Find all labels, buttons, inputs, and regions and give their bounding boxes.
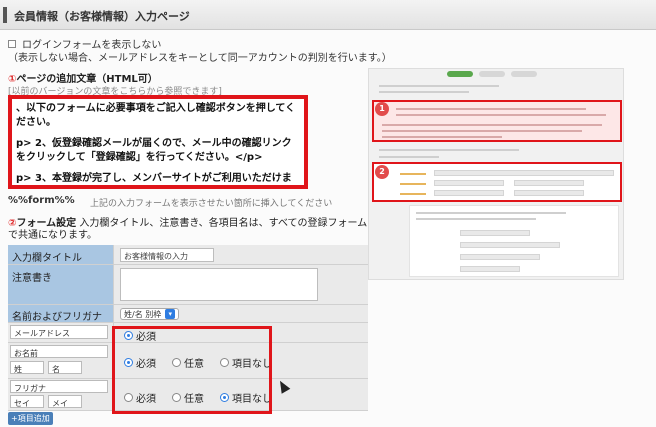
html-line-3: p> 3、本登録が完了し、メンバーサイトがご利用いただけます。</p> — [16, 173, 292, 184]
preview-required-tag — [400, 193, 426, 195]
header-accent — [3, 7, 7, 23]
page-title: 会員情報（お客様情報）入力ページ — [14, 10, 190, 23]
input-title-field[interactable]: お客様情報の入力 — [120, 248, 214, 262]
name-frame-value: 姓/名 別枠 — [124, 309, 162, 319]
preview-step-active — [447, 71, 473, 77]
preview-steps — [447, 71, 537, 77]
form-tag: %%form%% — [8, 195, 75, 206]
add-item-button[interactable]: +項目追加 — [8, 412, 53, 425]
preview-field — [434, 190, 504, 196]
furigana-sei-field[interactable]: セイ — [10, 395, 44, 408]
preview-form-block — [372, 162, 622, 202]
notes-label: 注意書き — [8, 265, 114, 304]
row-input-title: 入力欄タイトル お客様情報の入力 — [8, 245, 368, 265]
preview-text-line — [382, 136, 502, 138]
furigana-label-cell: フリガナ セイ メイ — [8, 379, 114, 410]
preview-field — [460, 242, 560, 248]
html-line-1: 、以下のフォームに必要事項をご記入し確認ボタンを押してください。 — [16, 103, 296, 128]
chevron-down-icon: ▾ — [165, 309, 176, 319]
preview-thumbnail: 1 2 — [368, 68, 624, 280]
preview-text-line — [416, 218, 536, 220]
preview-text-line — [379, 85, 499, 87]
preview-field — [434, 180, 504, 186]
preview-text-line — [396, 114, 606, 116]
preview-text-line — [379, 149, 519, 151]
radio-highlight-frame — [112, 326, 272, 414]
notes-cell — [114, 265, 368, 304]
preview-text-line — [396, 108, 586, 110]
row-notes: 注意書き — [8, 265, 368, 305]
email-label-cell: メールアドレス — [8, 323, 114, 342]
preview-text-line — [382, 130, 582, 132]
preview-lower-form — [409, 205, 619, 277]
email-label-field[interactable]: メールアドレス — [10, 325, 108, 339]
preview-badge-1: 1 — [375, 102, 389, 116]
notes-textarea[interactable] — [120, 268, 318, 301]
input-title-label: 入力欄タイトル — [8, 245, 114, 264]
furigana-label-field[interactable]: フリガナ — [10, 380, 108, 393]
preview-text-line — [382, 124, 602, 126]
preview-step — [479, 71, 505, 77]
name-label-cell: お名前 姓 名 — [8, 343, 114, 378]
preview-required-tag — [400, 173, 426, 175]
furigana-mei-field[interactable]: メイ — [48, 395, 82, 408]
preview-field — [434, 170, 614, 176]
preview-step — [511, 71, 537, 77]
login-form-checkbox[interactable] — [8, 39, 16, 48]
preview-field — [460, 254, 540, 260]
page: 会員情報（お客様情報）入力ページ ログインフォームを表示しない （表示しない場合… — [0, 0, 656, 427]
page-header: 会員情報（お客様情報）入力ページ — [0, 0, 656, 30]
row-name-frame: 名前およびフリガナの枠 姓/名 別枠 ▾ — [8, 305, 368, 338]
preview-required-tag — [400, 183, 426, 185]
html-textarea[interactable]: 、以下のフォームに必要事項をご記入し確認ボタンを押してください。 p> 2、仮登… — [8, 95, 308, 189]
name-frame-select[interactable]: 姓/名 別枠 ▾ — [120, 308, 180, 320]
name-frame-cell: 姓/名 別枠 ▾ — [114, 305, 368, 322]
section1-title: ①ページの追加文章（HTML可） — [8, 70, 158, 85]
form-tag-note: 上記の入力フォームを表示させたい箇所に挿入してください — [90, 199, 333, 209]
login-form-note: （表示しない場合、メールアドレスをキーとして同一アカウントの判別を行います。） — [8, 53, 392, 64]
preview-html-block — [372, 100, 622, 142]
preview-field — [460, 266, 520, 272]
preview-text-line — [379, 156, 439, 158]
preview-badge-2: 2 — [375, 165, 389, 179]
name-frame-label: 名前およびフリガナの枠 — [8, 305, 114, 338]
name-label-field[interactable]: お名前 — [10, 345, 108, 358]
name-mei-field[interactable]: 名 — [48, 361, 82, 374]
input-title-cell: お客様情報の入力 — [114, 245, 368, 264]
preview-field — [514, 180, 584, 186]
html-line-2: p> 2、仮登録確認メールが届くので、メール中の確認リンクをクリックして「登録確… — [16, 138, 292, 163]
section2-title: フォーム設定 — [16, 218, 77, 229]
section2-header: ②フォーム設定 入力欄タイトル、注意書き、各項目名は、すべての登録フォームで共通… — [8, 218, 368, 242]
name-sei-field[interactable]: 姓 — [10, 361, 44, 374]
preview-text-line — [416, 212, 566, 214]
preview-text-line — [379, 91, 469, 93]
preview-field — [460, 230, 530, 236]
preview-field — [514, 190, 584, 196]
